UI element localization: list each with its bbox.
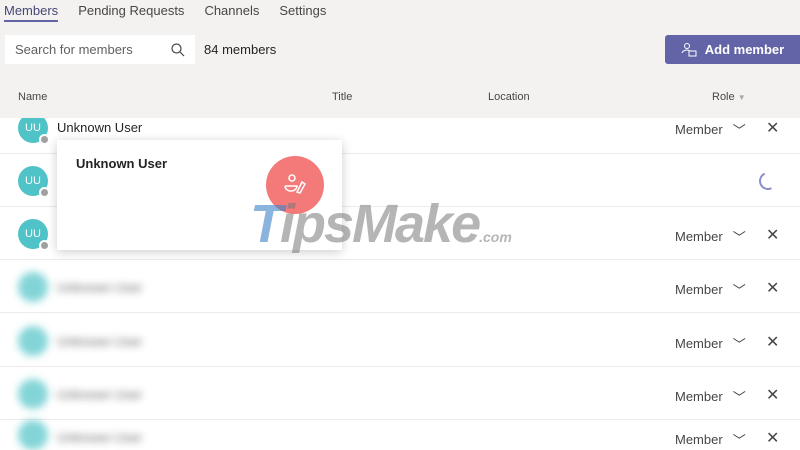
column-title[interactable]: Title xyxy=(332,91,352,103)
add-member-label: Add member xyxy=(704,42,785,57)
add-member-button[interactable]: Add member xyxy=(665,35,800,64)
avatar xyxy=(18,379,48,409)
presence-icon xyxy=(39,134,50,145)
column-name[interactable]: Name xyxy=(18,91,47,103)
remove-member-icon[interactable]: ✕ xyxy=(766,428,779,448)
add-person-icon xyxy=(681,42,697,56)
avatar: UU xyxy=(18,118,50,145)
role-dropdown[interactable]: Member ﹀ xyxy=(675,120,746,139)
chevron-down-icon: ﹀ xyxy=(732,433,746,448)
avatar xyxy=(18,420,48,450)
search-placeholder: Search for members xyxy=(15,42,133,57)
remove-member-icon[interactable]: ✕ xyxy=(766,225,779,245)
search-input[interactable]: Search for members xyxy=(5,35,195,64)
table-row[interactable]: Unknown User Member ﹀ ✕ xyxy=(0,367,800,420)
tab-settings[interactable]: Settings xyxy=(279,0,326,22)
member-name: Unknown User xyxy=(57,430,143,445)
member-name: Unknown User xyxy=(57,120,143,135)
tab-members[interactable]: Members xyxy=(4,0,59,22)
popup-name: Unknown User xyxy=(76,156,168,171)
member-name: Unknown User xyxy=(57,280,143,295)
avatar: UU xyxy=(18,166,50,198)
remove-member-icon[interactable]: ✕ xyxy=(766,118,779,138)
loading-spinner-icon xyxy=(756,169,780,193)
tab-channels[interactable]: Channels xyxy=(204,0,259,22)
search-icon[interactable] xyxy=(171,42,185,57)
table-row[interactable]: Unknown User Member ﹀ ✕ xyxy=(0,260,800,313)
presence-icon xyxy=(39,240,50,251)
presence-icon xyxy=(39,187,50,198)
watermark: TipsMake.com xyxy=(250,192,512,256)
column-role-label: Role xyxy=(712,91,735,103)
remove-member-icon[interactable]: ✕ xyxy=(766,385,779,405)
chevron-down-icon: ﹀ xyxy=(732,230,746,245)
member-count: 84 members xyxy=(204,42,277,57)
column-location[interactable]: Location xyxy=(488,91,530,103)
chevron-down-icon: ﹀ xyxy=(732,337,746,352)
member-name: Unknown User xyxy=(57,334,143,349)
chevron-down-icon: ﹀ xyxy=(732,123,746,138)
avatar xyxy=(18,326,48,356)
remove-member-icon[interactable]: ✕ xyxy=(766,278,779,298)
remove-member-icon[interactable]: ✕ xyxy=(766,332,779,352)
chevron-down-icon: ﹀ xyxy=(732,390,746,405)
role-dropdown[interactable]: Member ﹀ xyxy=(675,430,746,449)
table-row[interactable]: Unknown User Member ﹀ ✕ xyxy=(0,420,800,450)
role-dropdown[interactable]: Member ﹀ xyxy=(675,280,746,299)
watermark-brand: TipsMake xyxy=(250,194,481,254)
tab-bar: Members Pending Requests Channels Settin… xyxy=(0,0,342,22)
role-dropdown[interactable]: Member ﹀ xyxy=(675,334,746,353)
column-role[interactable]: Role ▼ xyxy=(712,91,746,103)
tab-pending-requests[interactable]: Pending Requests xyxy=(78,0,184,22)
avatar xyxy=(18,272,48,302)
chevron-down-icon: ﹀ xyxy=(732,283,746,298)
avatar: UU xyxy=(18,219,50,251)
role-dropdown[interactable]: Member ﹀ xyxy=(675,227,746,246)
role-dropdown[interactable]: Member ﹀ xyxy=(675,387,746,406)
watermark-tld: .com xyxy=(479,229,512,245)
table-row[interactable]: Unknown User Member ﹀ ✕ xyxy=(0,314,800,367)
sort-caret-icon: ▼ xyxy=(737,93,746,102)
member-name: Unknown User xyxy=(57,387,143,402)
